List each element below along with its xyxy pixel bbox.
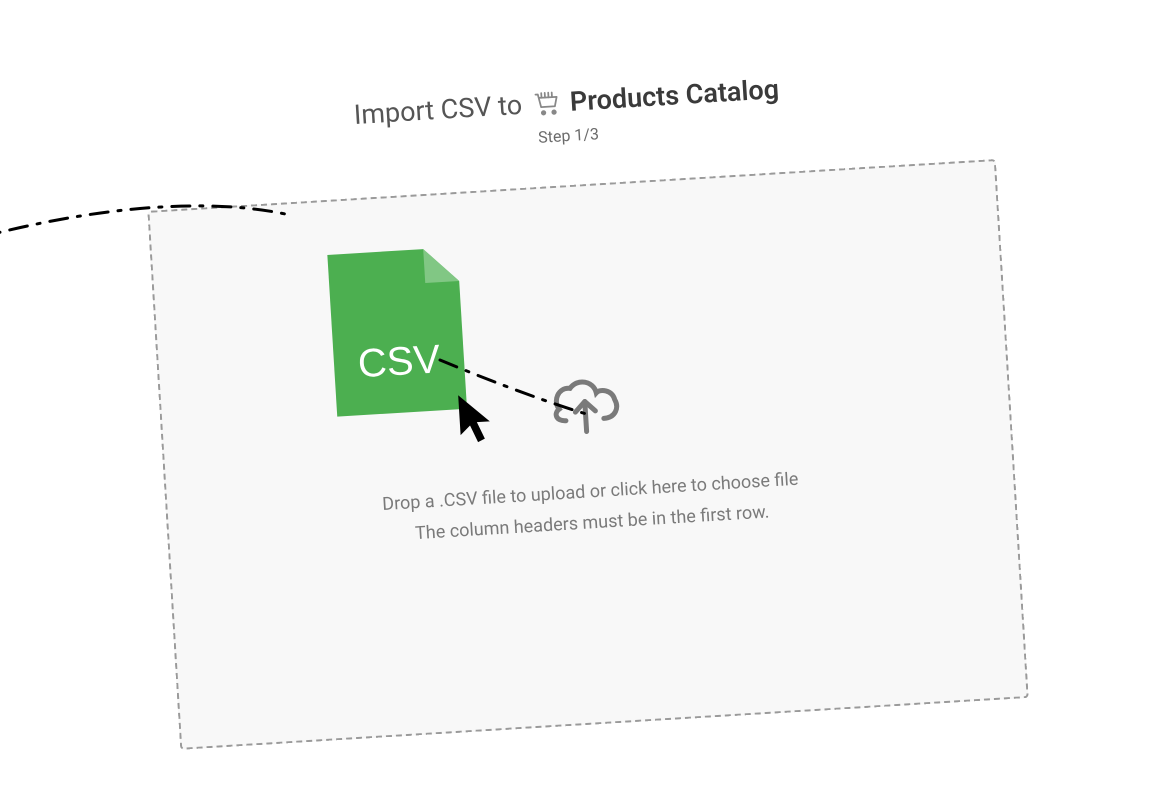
title-prefix: Import CSV to (353, 89, 523, 131)
csv-file-label: CSV (356, 337, 441, 386)
import-header: Import CSV to Products Catalog Step 1/3 (66, 56, 1068, 176)
dropzone-instructions: Drop a .CSV file to upload or click here… (381, 465, 801, 552)
import-wizard-stage: Import CSV to Products Catalog Step 1/3 (66, 56, 1103, 755)
csv-dropzone[interactable]: Drop a .CSV file to upload or click here… (147, 159, 1028, 750)
cursor-icon (454, 391, 500, 453)
catalog-name: Products Catalog (569, 73, 780, 118)
cart-icon (531, 88, 561, 118)
cloud-upload-icon (542, 368, 626, 449)
dragged-csv-file[interactable]: CSV (323, 243, 471, 421)
